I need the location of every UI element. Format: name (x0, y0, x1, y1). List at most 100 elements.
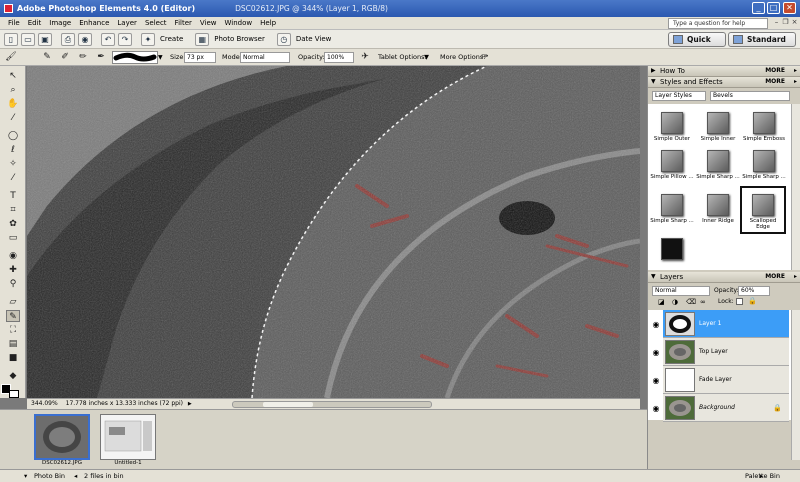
style-category-select[interactable]: Layer Styles (652, 91, 706, 101)
eraser-tool-icon[interactable]: ▱ (6, 296, 20, 308)
type-tool-icon[interactable]: T (6, 190, 20, 202)
cookie-cutter-tool-icon[interactable]: ✿ (6, 218, 20, 230)
layer-row-top-layer[interactable]: Top Layer (663, 338, 789, 366)
how-to-palette-header[interactable]: ▶ How To MORE ▸ (648, 66, 800, 77)
gradient-tool-icon[interactable]: ▤ (6, 338, 20, 350)
brush-tool-icon[interactable]: 🖌 (4, 51, 18, 63)
airbrush-icon[interactable]: ✈ (358, 51, 372, 63)
background-color-swatch[interactable] (9, 390, 19, 398)
shape-tool-icon[interactable]: ■ (6, 352, 20, 364)
quick-fix-button[interactable]: Quick Fix (668, 32, 726, 57)
lasso-tool-icon[interactable]: ℓ (6, 144, 20, 156)
menu-file[interactable]: File (4, 19, 24, 27)
style-extra[interactable] (650, 234, 694, 266)
doc-close-icon[interactable]: × (790, 18, 799, 28)
new-icon[interactable]: ▯ (4, 32, 18, 46)
undo-icon[interactable]: ↶ (101, 32, 115, 46)
move-tool-icon[interactable]: ↖ (6, 70, 20, 82)
layers-scrollbar[interactable] (791, 310, 800, 460)
layer-visibility-eye-icon[interactable]: ◉ (651, 348, 661, 358)
more-options-icon[interactable]: ✑ (478, 51, 492, 63)
lock-transparency-checkbox[interactable] (736, 298, 743, 305)
image-canvas[interactable] (27, 66, 640, 398)
opacity-input[interactable]: 100% (324, 52, 354, 63)
how-to-menu-icon[interactable]: ▸ (794, 66, 797, 76)
menu-filter[interactable]: Filter (171, 19, 196, 27)
menu-window[interactable]: Window (221, 19, 257, 27)
layer-visibility-eye-icon[interactable]: ◉ (651, 376, 661, 386)
styles-menu-icon[interactable]: ▸ (794, 77, 797, 87)
clone-stamp-tool-icon[interactable]: ⚲ (6, 278, 20, 290)
new-layer-icon[interactable]: ◪ (658, 298, 665, 306)
how-to-expand-icon[interactable]: ▶ (651, 66, 656, 76)
layer-row-layer-1[interactable]: Layer 1 (663, 310, 789, 338)
magic-wand-tool-icon[interactable]: ✧ (6, 158, 20, 170)
delete-layer-icon[interactable]: ⌫ (686, 298, 696, 306)
style-set-select[interactable]: Bevels (710, 91, 790, 101)
save-icon[interactable]: ▣ (38, 32, 52, 46)
menu-view[interactable]: View (196, 19, 221, 27)
brush-stroke-preview[interactable] (112, 51, 158, 64)
mode-select[interactable]: Normal (240, 52, 290, 63)
style-scalloped-edge[interactable]: Scalloped Edge (740, 186, 786, 234)
photo-browser-button[interactable]: Photo Browser (214, 35, 265, 43)
bin-options-icon[interactable]: ◂ (74, 470, 77, 482)
straighten-tool-icon[interactable]: ▭ (6, 232, 20, 244)
redo-icon[interactable]: ↷ (118, 32, 132, 46)
photo-bin-toggle[interactable]: Photo Bin (34, 470, 65, 482)
photo-bin-toggle-icon[interactable]: ▾ (24, 470, 27, 482)
crop-tool-icon[interactable]: ⌗ (6, 204, 20, 216)
blend-mode-select[interactable]: Normal (652, 286, 710, 296)
close-button[interactable]: ✕ (783, 2, 796, 14)
photo-bin-item-dsc02612[interactable] (34, 414, 90, 460)
style-simple-sharp-1[interactable]: Simple Sharp ... (696, 144, 740, 190)
photo-browser-icon[interactable]: ▦ (195, 32, 210, 46)
selection-brush-tool-icon[interactable]: ⁄ (6, 172, 20, 184)
red-eye-tool-icon[interactable]: ◉ (6, 250, 20, 262)
styles-collapse-icon[interactable]: ▼ (651, 77, 656, 87)
tablet-options-label[interactable]: Tablet Options: (378, 53, 427, 61)
lock-all-icon[interactable]: 🔒 (748, 297, 757, 305)
menu-select[interactable]: Select (141, 19, 171, 27)
brush-dropdown-icon[interactable]: ▼ (158, 54, 163, 61)
open-icon[interactable]: ▭ (21, 32, 35, 46)
layer-visibility-eye-icon[interactable]: ◉ (651, 320, 661, 330)
eyedropper-tool-icon[interactable]: ⁄ (6, 112, 20, 124)
minimize-button[interactable]: _ (752, 2, 765, 14)
help-search-input[interactable]: Type a question for help (668, 18, 768, 29)
print-icon[interactable]: ⎙ (61, 32, 75, 46)
doc-restore-icon[interactable]: ❐ (781, 18, 790, 28)
photo-bin-item-untitled[interactable] (100, 414, 156, 460)
styles-more-button[interactable]: MORE (765, 77, 785, 87)
size-input[interactable]: 73 px (184, 52, 216, 63)
style-simple-sharp-2[interactable]: Simple Sharp ... (742, 144, 786, 190)
blur-tool-icon[interactable]: ◆ (6, 370, 20, 382)
style-simple-sharp-3[interactable]: Simple Sharp ... (650, 188, 694, 234)
layer-row-background[interactable]: Background 🔒 (663, 394, 789, 422)
layer-row-fade-layer[interactable]: Fade Layer (663, 366, 789, 394)
link-layer-icon[interactable]: ∞ (700, 298, 706, 306)
menu-edit[interactable]: Edit (24, 19, 46, 27)
brush-icon[interactable]: ✒ (94, 51, 108, 63)
date-view-button[interactable]: Date View (296, 35, 332, 43)
zoom-tool-icon[interactable]: ⌕ (6, 84, 20, 96)
brush-preset-icon[interactable]: ✎ (40, 51, 54, 63)
menu-image[interactable]: Image (45, 19, 75, 27)
layer-opacity-input[interactable]: 60% (738, 286, 770, 296)
create-button[interactable]: Create (160, 35, 183, 43)
layers-more-button[interactable]: MORE (765, 272, 785, 282)
maximize-button[interactable]: □ (767, 2, 780, 14)
style-simple-pillow[interactable]: Simple Pillow ... (650, 144, 694, 190)
info-dropdown-icon[interactable]: ▶ (188, 401, 192, 407)
styles-scrollbar[interactable] (791, 104, 800, 270)
style-inner-ridge[interactable]: Inner Ridge (696, 188, 740, 234)
layers-collapse-icon[interactable]: ▼ (651, 272, 656, 282)
palette-bin-toggle[interactable]: Palette Bin (745, 470, 780, 482)
styles-palette-header[interactable]: ▼ Styles and Effects MORE ▸ (648, 77, 800, 88)
scrollbar-thumb[interactable] (263, 402, 313, 407)
adjustment-layer-icon[interactable]: ◑ (672, 298, 678, 306)
doc-minimize-icon[interactable]: – (772, 18, 781, 28)
paint-bucket-tool-icon[interactable]: ⛶ (6, 324, 20, 336)
online-services-icon[interactable]: ◉ (78, 32, 92, 46)
horizontal-scrollbar[interactable] (232, 401, 432, 408)
